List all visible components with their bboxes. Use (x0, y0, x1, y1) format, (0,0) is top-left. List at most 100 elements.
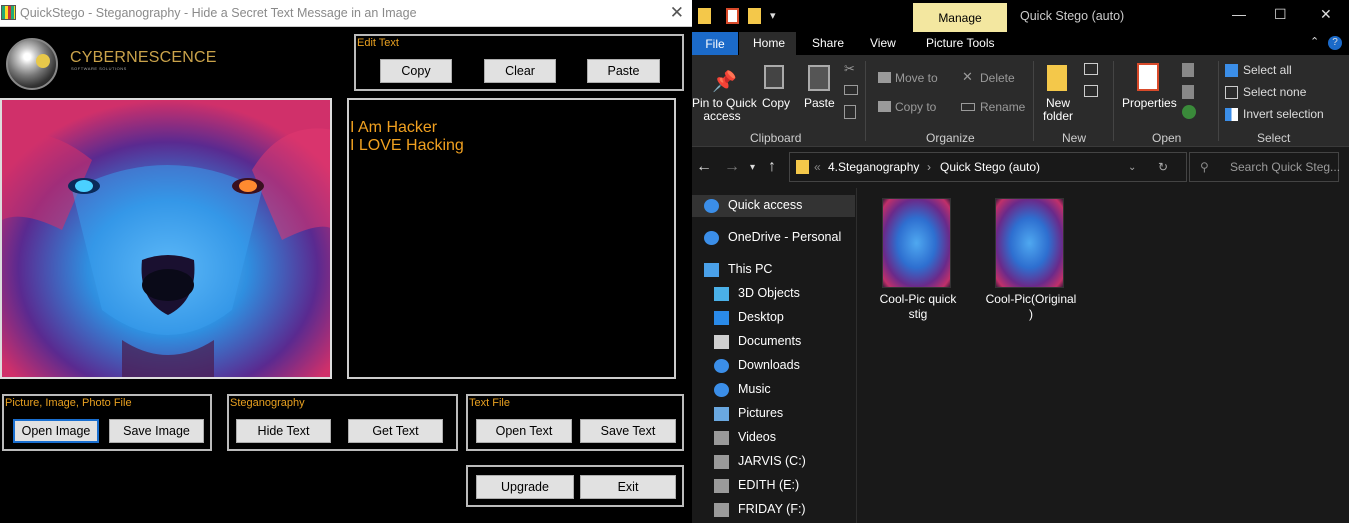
new-folder-icon (1047, 65, 1067, 91)
search-icon: ⚲ (1200, 160, 1209, 174)
search-box[interactable]: ⚲ Search Quick Steg... (1189, 152, 1340, 182)
file-list: Cool-Pic quick stig Cool-Pic(Original ) (857, 188, 1349, 523)
copy-path-icon[interactable] (844, 85, 858, 95)
rename-button[interactable]: Rename (980, 100, 1025, 114)
sidebar-item-videos[interactable]: Videos (692, 427, 855, 449)
copy-button[interactable]: Copy (380, 59, 452, 83)
upgrade-button[interactable]: Upgrade (476, 475, 574, 499)
sidebar-item-label: Pictures (738, 406, 784, 420)
new-folder-button[interactable]: New folder (1038, 97, 1078, 123)
cut-icon[interactable]: ✂ (844, 61, 855, 77)
forward-icon[interactable]: → (724, 158, 740, 176)
close-icon[interactable]: ✕ (1320, 6, 1332, 23)
close-icon[interactable]: ✕ (670, 3, 684, 23)
sidebar-item-label: 3D Objects (738, 286, 800, 300)
up-icon[interactable]: ↑ (768, 158, 776, 176)
paste-button[interactable]: Paste (804, 97, 835, 110)
ribbon-tabs: File Home Share View Picture Tools ⌃ ? (692, 32, 1349, 55)
group-title: Text File (469, 397, 510, 409)
paste-shortcut-icon[interactable] (844, 105, 856, 119)
sidebar-item-pictures[interactable]: Pictures (692, 403, 855, 425)
cloud-icon (704, 231, 719, 245)
save-text-button[interactable]: Save Text (580, 419, 676, 443)
hide-text-button[interactable]: Hide Text (236, 419, 331, 443)
pin-to-quick-access-button[interactable]: Pin to Quick access (692, 97, 757, 123)
cover-image (0, 98, 332, 379)
history-icon[interactable] (1182, 105, 1196, 119)
sidebar-item-downloads[interactable]: Downloads (692, 355, 855, 377)
address-bar[interactable]: « 4.Steganography › Quick Stego (auto) ⌄… (789, 152, 1187, 182)
invert-selection-button[interactable]: Invert selection (1243, 107, 1324, 121)
picture-file-group: Picture, Image, Photo File Open Image Sa… (2, 394, 212, 451)
app-actions-group: Upgrade Exit (466, 465, 684, 507)
sidebar-item-this-pc[interactable]: This PC (692, 259, 855, 281)
picture-icon (714, 407, 729, 421)
ribbon-separator (1113, 61, 1114, 141)
sidebar-item-onedrive-personal[interactable]: OneDrive - Personal (692, 227, 855, 249)
tab-file[interactable]: File (692, 32, 738, 55)
open-text-button[interactable]: Open Text (476, 419, 572, 443)
desktop-icon (714, 311, 729, 325)
select-all-button[interactable]: Select all (1243, 63, 1292, 77)
tab-view[interactable]: View (870, 36, 896, 50)
properties-qat-icon[interactable] (726, 8, 739, 24)
sidebar-item-desktop[interactable]: Desktop (692, 307, 855, 329)
sidebar-item-label: FRIDAY (F:) (738, 502, 806, 516)
sidebar-item-label: Desktop (738, 310, 784, 324)
tab-picture-tools[interactable]: Picture Tools (926, 36, 994, 50)
collapse-ribbon-icon[interactable]: ⌃ (1310, 35, 1319, 48)
refresh-icon[interactable]: ↻ (1158, 160, 1168, 174)
drive-icon (714, 455, 729, 469)
edit-text-group: Edit Text Copy Clear Paste (354, 34, 684, 91)
sidebar-item-3d-objects[interactable]: 3D Objects (692, 283, 855, 305)
sidebar-item-music[interactable]: Music (692, 379, 855, 401)
open-image-button[interactable]: Open Image (13, 419, 99, 443)
file-name: Cool-Pic(Original ) (983, 292, 1079, 322)
tab-share[interactable]: Share (812, 36, 844, 50)
sidebar-item-label: Music (738, 382, 771, 396)
breadcrumb-parent[interactable]: 4.Steganography (828, 160, 919, 174)
new-item-icon[interactable] (1084, 63, 1098, 75)
breadcrumb-current[interactable]: Quick Stego (auto) (940, 160, 1040, 174)
copy-button[interactable]: Copy (762, 97, 790, 110)
move-to-button[interactable]: Move to (895, 71, 938, 85)
message-textbox[interactable]: I Am Hacker I LOVE Hacking (347, 98, 676, 379)
sidebar-item-friday-f[interactable]: FRIDAY (F:) (692, 499, 855, 521)
ribbon: 📌 Pin to Quick access Copy Paste ✂ Clipb… (692, 55, 1349, 147)
get-text-button[interactable]: Get Text (348, 419, 443, 443)
recent-locations-icon[interactable]: ▾ (750, 162, 755, 173)
sidebar-item-edith-e[interactable]: EDITH (E:) (692, 475, 855, 497)
clear-button[interactable]: Clear (484, 59, 556, 83)
exit-button[interactable]: Exit (580, 475, 676, 499)
explorer-titlebar[interactable]: ▾ Manage Quick Stego (auto) — ☐ ✕ (692, 0, 1349, 32)
minimize-icon[interactable]: — (1232, 6, 1246, 22)
ribbon-separator (865, 61, 866, 141)
easy-access-icon[interactable] (1084, 85, 1098, 97)
sidebar-item-jarvis-c[interactable]: JARVIS (C:) (692, 451, 855, 473)
open-icon[interactable] (1182, 63, 1194, 77)
properties-button[interactable]: Properties (1122, 97, 1177, 110)
file-item[interactable]: Cool-Pic quick stig (870, 196, 966, 326)
help-icon[interactable]: ? (1328, 36, 1342, 50)
move-to-icon (878, 72, 891, 83)
manage-context-tab[interactable]: Manage (913, 3, 1007, 32)
sidebar-item-documents[interactable]: Documents (692, 331, 855, 353)
paste-button[interactable]: Paste (587, 59, 660, 83)
select-group-label: Select (1257, 131, 1291, 145)
delete-button[interactable]: Delete (980, 71, 1015, 85)
new-folder-qat-icon[interactable] (748, 8, 761, 24)
maximize-icon[interactable]: ☐ (1274, 6, 1287, 23)
save-image-button[interactable]: Save Image (109, 419, 204, 443)
sidebar-item-quick-access[interactable]: Quick access (692, 195, 855, 217)
copy-to-button[interactable]: Copy to (895, 100, 936, 114)
address-dropdown-icon[interactable]: ⌄ (1128, 162, 1136, 173)
quickstego-titlebar[interactable]: QuickStego - Steganography - Hide a Secr… (0, 0, 692, 27)
file-item[interactable]: Cool-Pic(Original ) (983, 196, 1079, 326)
edit-icon[interactable] (1182, 85, 1194, 99)
select-none-button[interactable]: Select none (1243, 85, 1306, 99)
tab-home[interactable]: Home (753, 36, 785, 50)
path-overflow[interactable]: « (814, 160, 821, 174)
search-input[interactable]: Search Quick Steg... (1230, 160, 1340, 174)
qat-customize-icon[interactable]: ▾ (770, 9, 776, 22)
back-icon[interactable]: ← (696, 158, 712, 176)
